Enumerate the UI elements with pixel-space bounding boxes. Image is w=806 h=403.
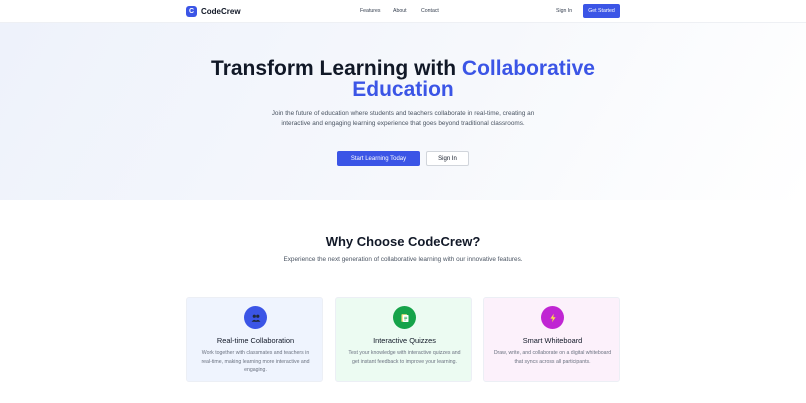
nav-signin-link[interactable]: Sign In [556,8,572,14]
feature-card-description: Draw, write, and collaborate on a digita… [493,350,612,365]
hero-title-accent-line2: Education [352,78,454,101]
lightning-icon [541,306,564,329]
users-icon [244,306,267,329]
hero-signin-button[interactable]: Sign In [426,151,469,166]
start-learning-button[interactable]: Start Learning Today [337,151,420,166]
feature-card-quizzes: Interactive Quizzes Test your knowledge … [335,297,472,382]
top-nav: C CodeCrew Features About Contact Sign I… [0,0,806,23]
nav-link-about[interactable]: About [393,8,407,14]
nav-link-contact[interactable]: Contact [421,8,439,14]
feature-card-collaboration: Real-time Collaboration Work together wi… [186,297,323,382]
features-subtitle: Experience the next generation of collab… [283,256,523,263]
get-started-button[interactable]: Get Started [583,4,620,18]
feature-card-description: Test your knowledge with interactive qui… [348,350,461,365]
hero-title-plain: Transform Learning with [211,57,462,80]
feature-card-title: Interactive Quizzes [373,336,436,345]
features-title: Why Choose CodeCrew? [325,234,481,249]
feature-card-whiteboard: Smart Whiteboard Draw, write, and collab… [483,297,620,382]
feature-card-title: Real-time Collaboration [216,336,295,345]
feature-card-description: Work together with classmates and teache… [201,350,310,374]
nav-links: Features About Contact [0,8,806,16]
hero-subtitle: Join the future of education where stude… [271,110,535,127]
hero-section: Transform Learning with Collaborative Ed… [0,23,806,200]
quiz-icon [393,306,416,329]
hero-title-accent: Collaborative [461,57,595,80]
nav-link-features[interactable]: Features [360,8,380,14]
feature-card-title: Smart Whiteboard [522,336,583,345]
hero-title: Transform Learning with Collaborative Ed… [0,58,806,100]
